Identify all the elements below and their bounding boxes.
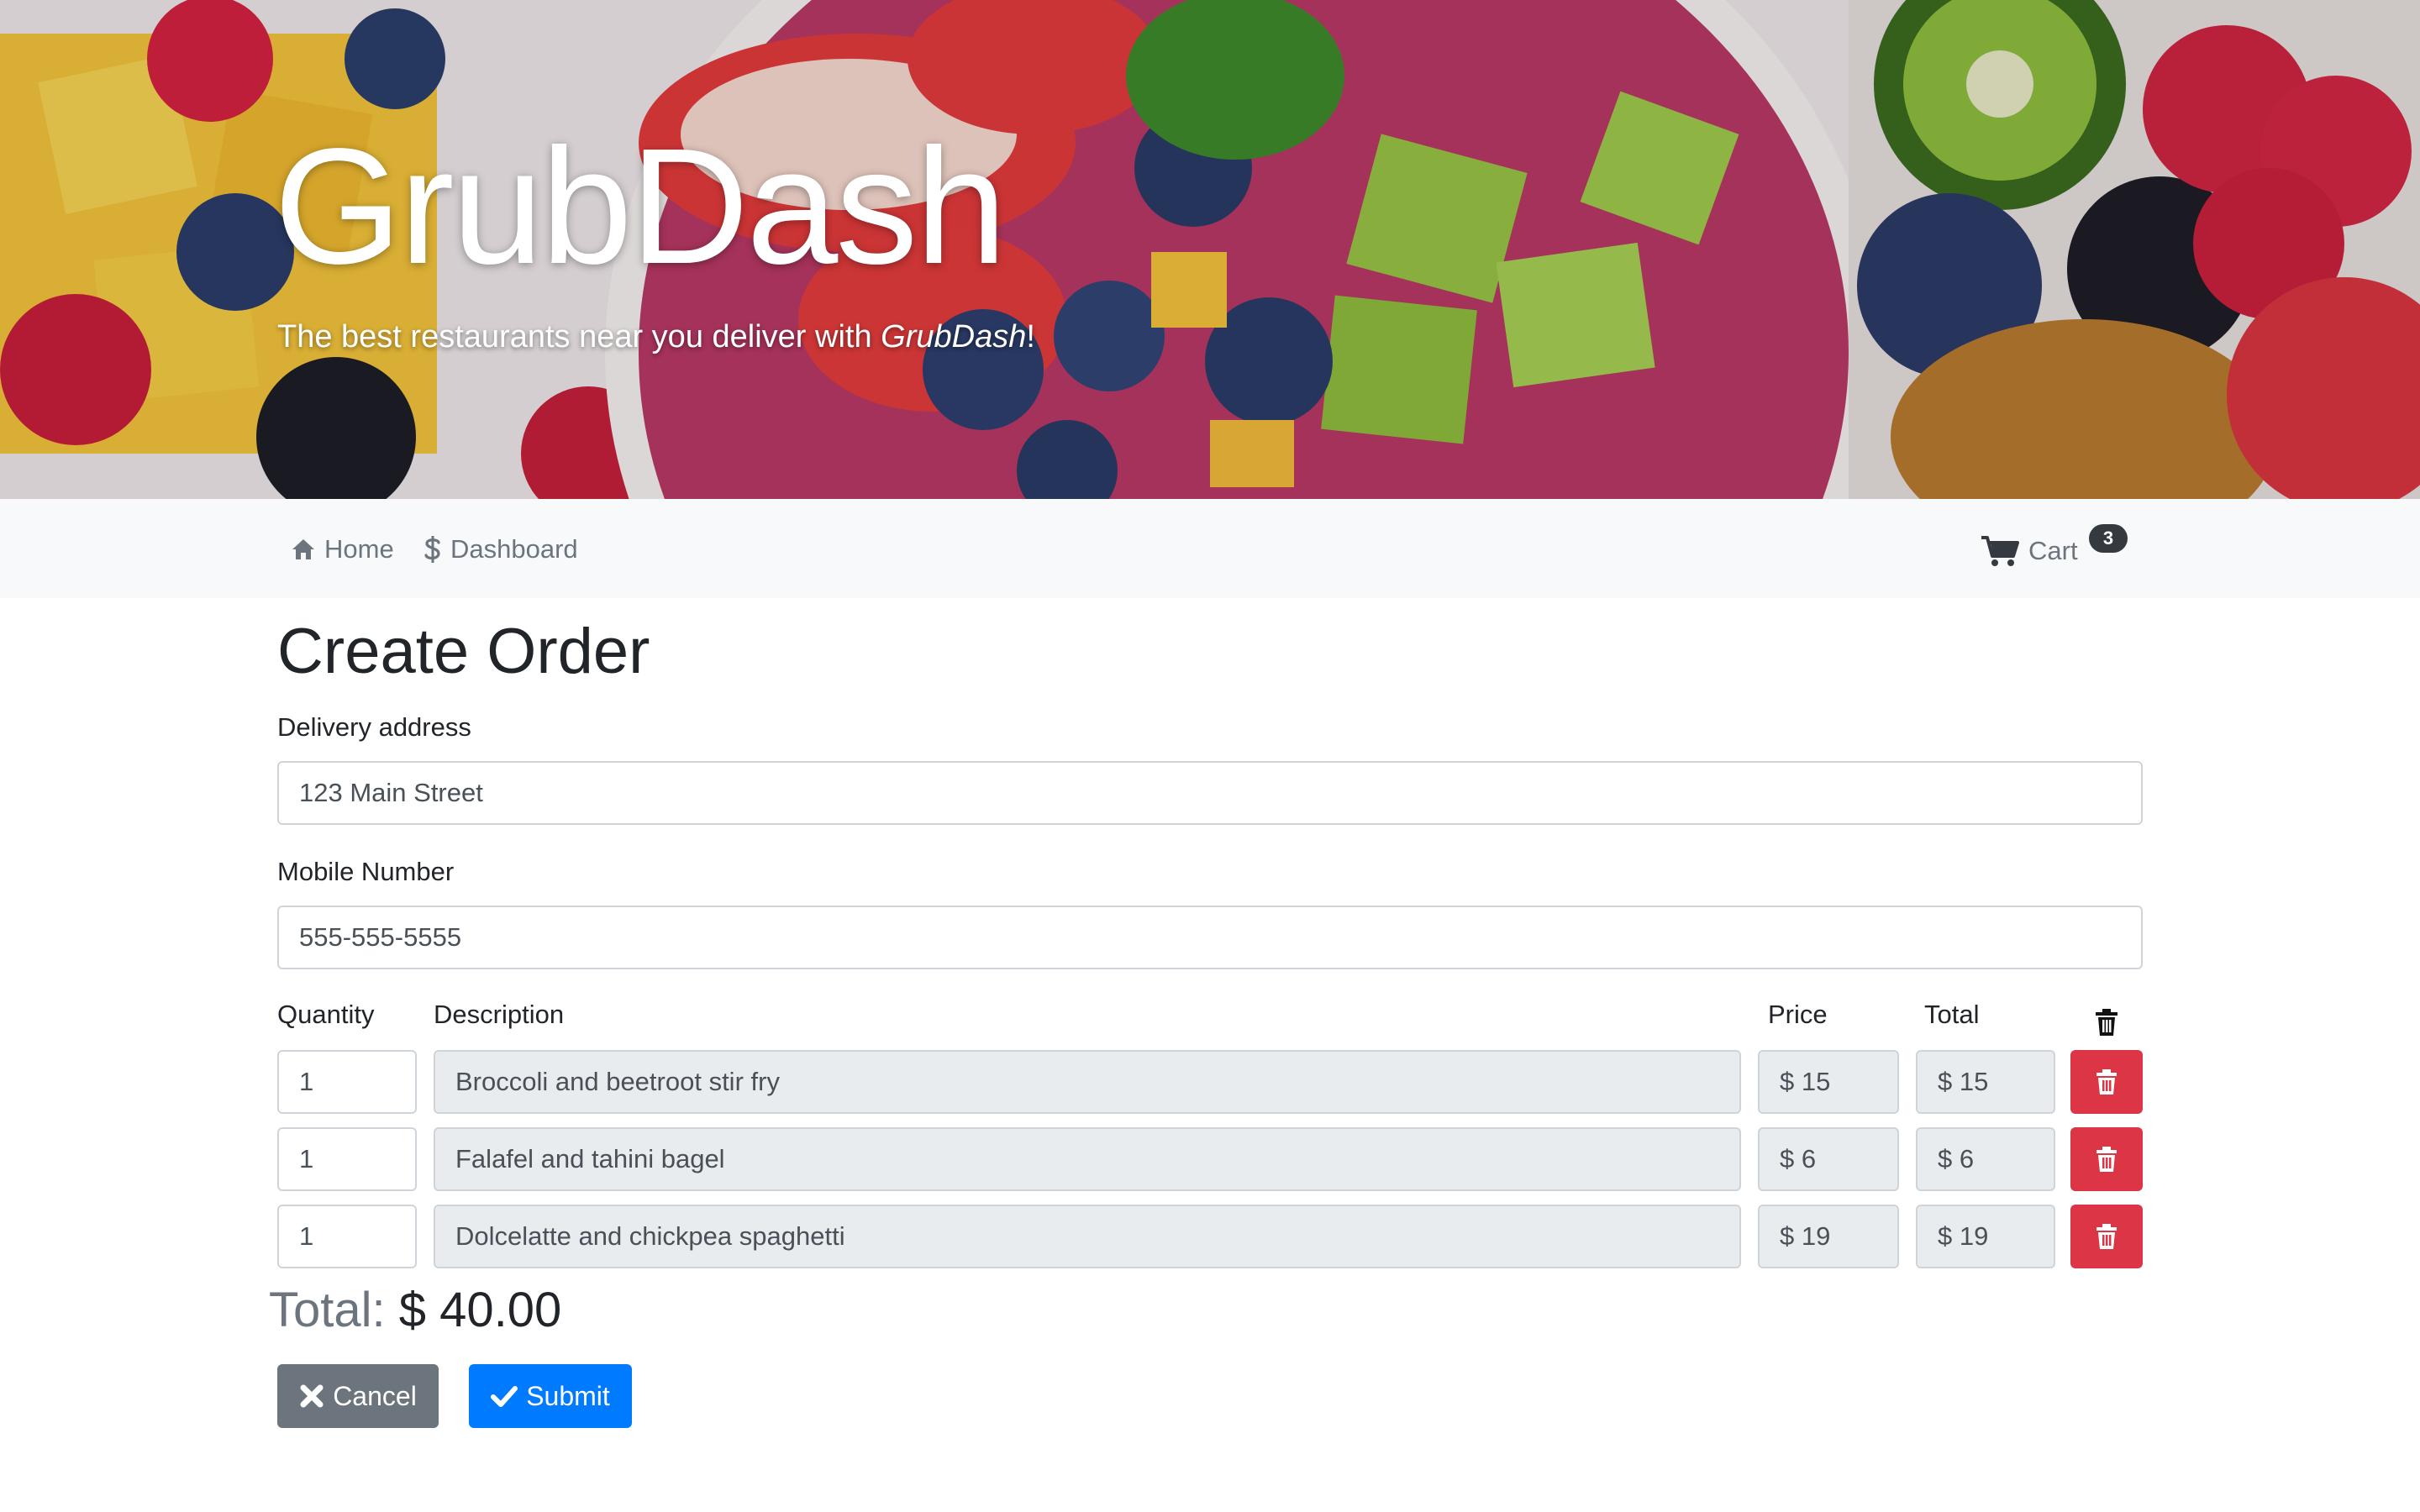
quantity-input[interactable]: 1 xyxy=(277,1205,417,1268)
navbar: Home Dashboard Cart xyxy=(0,499,2420,598)
nav-dashboard-link[interactable]: Dashboard xyxy=(424,531,578,568)
trash-icon xyxy=(2096,1009,2118,1036)
delete-item-button[interactable] xyxy=(2070,1050,2143,1114)
column-header-total: Total xyxy=(1924,1000,1980,1029)
column-header-quantity: Quantity xyxy=(277,1000,375,1029)
item-price: $ 15 xyxy=(1758,1050,1899,1114)
submit-button[interactable]: Submit xyxy=(469,1364,632,1428)
item-description: Falafel and tahini bagel xyxy=(434,1127,1741,1191)
order-total-value: $ 40.00 xyxy=(398,1283,562,1337)
nav-dashboard-label: Dashboard xyxy=(450,534,578,564)
dollar-icon xyxy=(424,536,440,563)
hero-banner: GrubDash The best restaurants near you d… xyxy=(0,0,2420,499)
order-total: Total: $ 40.00 xyxy=(269,1282,561,1338)
delivery-address-label: Delivery address xyxy=(277,712,471,742)
hero-subtitle: The best restaurants near you deliver wi… xyxy=(277,319,1035,355)
item-total: $ 15 xyxy=(1916,1050,2055,1114)
cancel-button-label: Cancel xyxy=(333,1380,417,1411)
column-header-price: Price xyxy=(1768,1000,1828,1029)
cart-count-badge: 3 xyxy=(2089,524,2128,553)
quantity-input[interactable]: 1 xyxy=(277,1127,417,1191)
order-total-label: Total: xyxy=(269,1283,386,1337)
trash-icon xyxy=(2096,1069,2117,1095)
item-total: $ 6 xyxy=(1916,1127,2055,1191)
nav-cart-label: Cart xyxy=(2028,536,2078,565)
hero-subtitle-brand: GrubDash xyxy=(881,319,1027,354)
trash-icon xyxy=(2096,1224,2117,1249)
page-title: Create Order xyxy=(277,616,650,687)
delete-item-button[interactable] xyxy=(2070,1205,2143,1268)
x-icon xyxy=(300,1384,324,1408)
mobile-number-label: Mobile Number xyxy=(277,857,455,886)
trash-icon xyxy=(2096,1147,2117,1172)
quantity-input[interactable]: 1 xyxy=(277,1050,417,1114)
mobile-number-input[interactable]: 555-555-5555 xyxy=(277,906,2143,969)
item-description: Broccoli and beetroot stir fry xyxy=(434,1050,1741,1114)
hero-title: GrubDash xyxy=(274,114,1007,298)
nav-cart-link[interactable]: Cart xyxy=(1980,533,2078,570)
item-price: $ 6 xyxy=(1758,1127,1899,1191)
submit-button-label: Submit xyxy=(526,1380,610,1411)
hero-subtitle-text: The best restaurants near you deliver wi… xyxy=(277,319,881,354)
nav-home-link[interactable]: Home xyxy=(291,531,394,568)
delete-item-button[interactable] xyxy=(2070,1127,2143,1191)
check-icon xyxy=(491,1386,518,1407)
hero-subtitle-suffix: ! xyxy=(1026,319,1035,354)
item-price: $ 19 xyxy=(1758,1205,1899,1268)
item-total: $ 19 xyxy=(1916,1205,2055,1268)
cancel-button[interactable]: Cancel xyxy=(277,1364,439,1428)
column-header-description: Description xyxy=(434,1000,565,1029)
cart-icon xyxy=(1981,536,2019,566)
item-description: Dolcelatte and chickpea spaghetti xyxy=(434,1205,1741,1268)
delivery-address-input[interactable]: 123 Main Street xyxy=(277,761,2143,825)
nav-home-label: Home xyxy=(324,534,394,564)
home-icon xyxy=(292,539,314,559)
